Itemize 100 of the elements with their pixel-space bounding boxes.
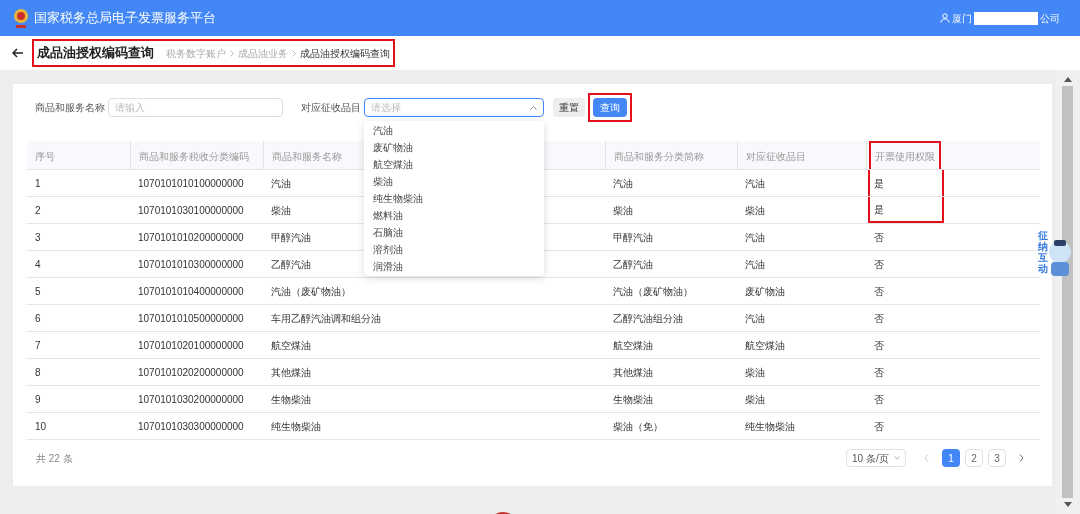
table-cell-text: 汽油 (745, 257, 765, 272)
column-header: 对应征收品目 (746, 149, 806, 164)
dropdown-option[interactable]: 石脑油 (364, 223, 544, 241)
table-cell-text: 航空煤油 (271, 338, 311, 353)
table-cell-text: 1070101010100000000 (138, 176, 244, 191)
table-cell-text: 否 (874, 365, 884, 380)
table-cell-text: 1070101010500000000 (138, 311, 244, 326)
table-cell-text: 柴油 (745, 365, 765, 380)
table-cell-text: 否 (874, 338, 884, 353)
table-cell-text: 航空煤油 (613, 338, 653, 353)
table-cell-text: 8 (35, 365, 41, 380)
user-name: 厦门 (952, 11, 972, 26)
field-label: 对应征收品目 (301, 100, 361, 115)
scroll-up-icon[interactable] (1063, 76, 1072, 82)
table-cell-text: 1070101030100000000 (138, 203, 244, 218)
table-cell-text: 汽油 (745, 311, 765, 326)
column-header: 序号 (35, 149, 55, 164)
chevron-right-icon (292, 49, 296, 57)
field-label: 商品和服务名称 (35, 100, 105, 115)
platform-title: 国家税务总局电子发票服务平台 (34, 9, 216, 28)
user-name: 公司 (1040, 11, 1060, 26)
page-button[interactable]: 2 (965, 449, 983, 467)
scroll-down-icon[interactable] (1063, 502, 1072, 508)
dropdown-option[interactable]: 润滑油 (364, 257, 544, 275)
table-cell-text: 车用乙醇汽油调和组分油 (271, 311, 381, 326)
table-cell-text: 汽油 (745, 230, 765, 245)
table-cell-text: 乙醇汽油 (613, 257, 653, 272)
table-cell-text: 汽油 (271, 176, 291, 191)
table-cell-text: 1070101010200000000 (138, 230, 244, 245)
table-cell-text: 柴油（免） (613, 419, 663, 434)
dropdown-option[interactable]: 溶剂油 (364, 240, 544, 258)
table-cell-text: 柴油 (613, 203, 633, 218)
chevron-right-icon (230, 49, 234, 57)
column-header: 商品和服务分类简称 (614, 149, 704, 164)
table-cell-text: 否 (874, 392, 884, 407)
table-cell-text: 其他煤油 (613, 365, 653, 380)
avatar-icon (1048, 238, 1072, 278)
widget-label: 征 (1038, 230, 1048, 241)
dropdown-option[interactable]: 废矿物油 (364, 138, 544, 156)
widget-label: 纳 (1038, 241, 1048, 252)
chevron-icon (530, 104, 537, 110)
table-cell-text: 生物柴油 (271, 392, 311, 407)
table-cell-text: 否 (874, 311, 884, 326)
table-cell-text: 3 (35, 230, 41, 245)
table-cell-text: 乙醇汽油组分油 (613, 311, 683, 326)
table-cell-text: 5 (35, 284, 41, 299)
table-cell-text: 1070101010300000000 (138, 257, 244, 272)
next-page-icon[interactable] (1019, 454, 1024, 462)
table-cell-text: 是 (874, 176, 884, 191)
dropdown-option[interactable]: 航空煤油 (364, 155, 544, 173)
table-cell-text: 甲醇汽油 (271, 230, 311, 245)
table-cell-text: 10 (35, 419, 47, 434)
user-icon (940, 13, 950, 23)
table-cell-text: 纯生物柴油 (271, 419, 321, 434)
dropdown-option[interactable]: 柴油 (364, 172, 544, 190)
column-header: 开票使用权限 (875, 149, 935, 164)
table-cell-text: 柴油 (271, 203, 291, 218)
dropdown-option[interactable]: 汽油 (364, 121, 544, 139)
table-cell-text: 7 (35, 338, 41, 353)
dropdown-option[interactable]: 燃料油 (364, 206, 544, 224)
page-button[interactable]: 3 (988, 449, 1006, 467)
table-cell-text: 废矿物油 (745, 284, 785, 299)
table-cell-text: 否 (874, 284, 884, 299)
breadcrumb-item: 成品油授权编码查询 (300, 46, 390, 61)
scrollbar-thumb[interactable] (1062, 86, 1073, 498)
table-cell-text: 9 (35, 392, 41, 407)
table-cell-text: 航空煤油 (745, 338, 785, 353)
table-cell-text: 乙醇汽油 (271, 257, 311, 272)
redaction-block (974, 11, 1038, 25)
reset-button[interactable]: 重置 (553, 97, 585, 117)
table-cell-text: 1070101030200000000 (138, 392, 244, 407)
widget-label: 动 (1038, 263, 1048, 274)
chevron-icon (894, 456, 900, 460)
table-cell-text: 汽油（废矿物油） (613, 284, 693, 299)
table-cell-text: 否 (874, 257, 884, 272)
page-size-select[interactable]: 10 条/页 (846, 449, 906, 467)
table-cell-text: 1070101020100000000 (138, 338, 244, 353)
table-cell-text: 2 (35, 203, 41, 218)
table-cell-text: 否 (874, 419, 884, 434)
chat-widget[interactable]: 征 纳 互 动 (1038, 226, 1078, 284)
widget-label: 互 (1038, 252, 1048, 263)
back-arrow-icon[interactable] (12, 48, 24, 58)
table-cell-text: 1070101010400000000 (138, 284, 244, 299)
table-cell-text: 6 (35, 311, 41, 326)
table-cell-text: 汽油 (745, 176, 765, 191)
column-header: 商品和服务名称 (272, 149, 342, 164)
page-title: 成品油授权编码查询 (37, 44, 154, 63)
dropdown-option[interactable]: 纯生物柴油 (364, 189, 544, 207)
table-cell-text: 柴油 (745, 392, 765, 407)
name-input[interactable]: 请输入 (108, 97, 283, 117)
table-cell-text: 1 (35, 176, 41, 191)
table-cell-text: 纯生物柴油 (745, 419, 795, 434)
table-cell-text: 其他煤油 (271, 365, 311, 380)
table-cell-text: 柴油 (745, 203, 765, 218)
table-cell-text: 生物柴油 (613, 392, 653, 407)
column-header: 商品和服务税收分类编码 (139, 149, 249, 164)
total-count: 共 22 条 (35, 451, 73, 466)
table-cell-text: 汽油（废矿物油） (271, 284, 351, 299)
table-cell-text: 甲醇汽油 (613, 230, 653, 245)
table-cell-text: 否 (874, 230, 884, 245)
